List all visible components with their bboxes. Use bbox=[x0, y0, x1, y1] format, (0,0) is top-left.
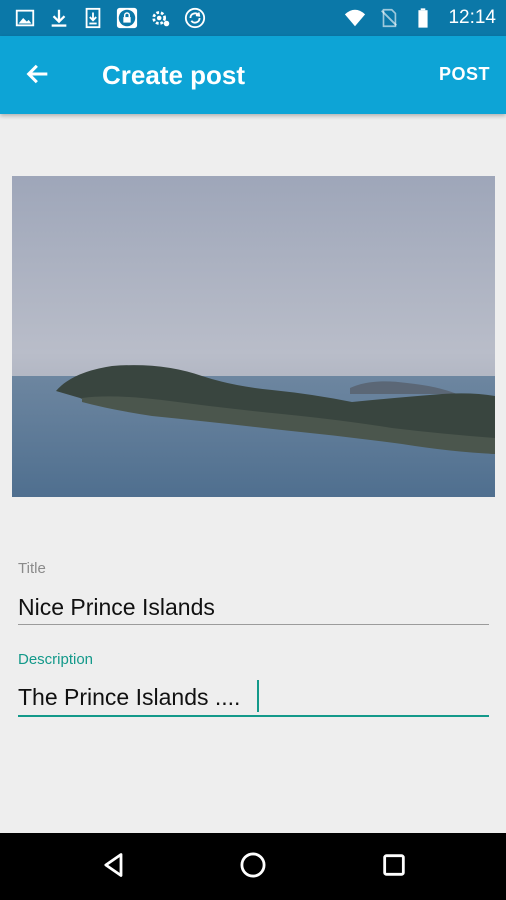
description-underline bbox=[18, 715, 489, 717]
download-icon bbox=[48, 7, 70, 29]
settings-gear-icon bbox=[150, 7, 172, 29]
back-button[interactable] bbox=[18, 56, 58, 96]
home-circle-icon bbox=[239, 851, 267, 884]
page-title: Create post bbox=[102, 60, 246, 90]
status-icons-right: 12:14 bbox=[344, 7, 506, 29]
battery-icon bbox=[412, 7, 434, 29]
image-icon bbox=[14, 7, 36, 29]
arrow-left-icon bbox=[24, 60, 52, 93]
title-label: Title bbox=[18, 560, 46, 577]
download-box-icon bbox=[82, 7, 104, 29]
sync-icon bbox=[184, 7, 206, 29]
app-bar: Create post POST bbox=[0, 36, 506, 114]
lock-icon bbox=[116, 7, 138, 29]
status-bar: 12:14 bbox=[0, 0, 506, 36]
status-clock: 12:14 bbox=[448, 7, 496, 28]
navigation-bar bbox=[0, 833, 506, 900]
wifi-icon bbox=[344, 7, 366, 29]
title-underline bbox=[18, 624, 489, 625]
description-input[interactable] bbox=[18, 684, 489, 711]
description-label: Description bbox=[18, 651, 94, 668]
status-icons-left bbox=[0, 7, 206, 29]
nav-recent-button[interactable] bbox=[376, 849, 412, 885]
back-triangle-icon bbox=[100, 851, 128, 884]
nav-back-button[interactable] bbox=[96, 849, 132, 885]
post-image[interactable] bbox=[12, 176, 495, 497]
title-input[interactable] bbox=[18, 594, 489, 621]
no-sim-icon bbox=[378, 7, 400, 29]
post-button[interactable]: POST bbox=[439, 64, 490, 85]
recent-square-icon bbox=[380, 851, 408, 884]
text-cursor bbox=[257, 680, 259, 712]
nav-home-button[interactable] bbox=[235, 849, 271, 885]
